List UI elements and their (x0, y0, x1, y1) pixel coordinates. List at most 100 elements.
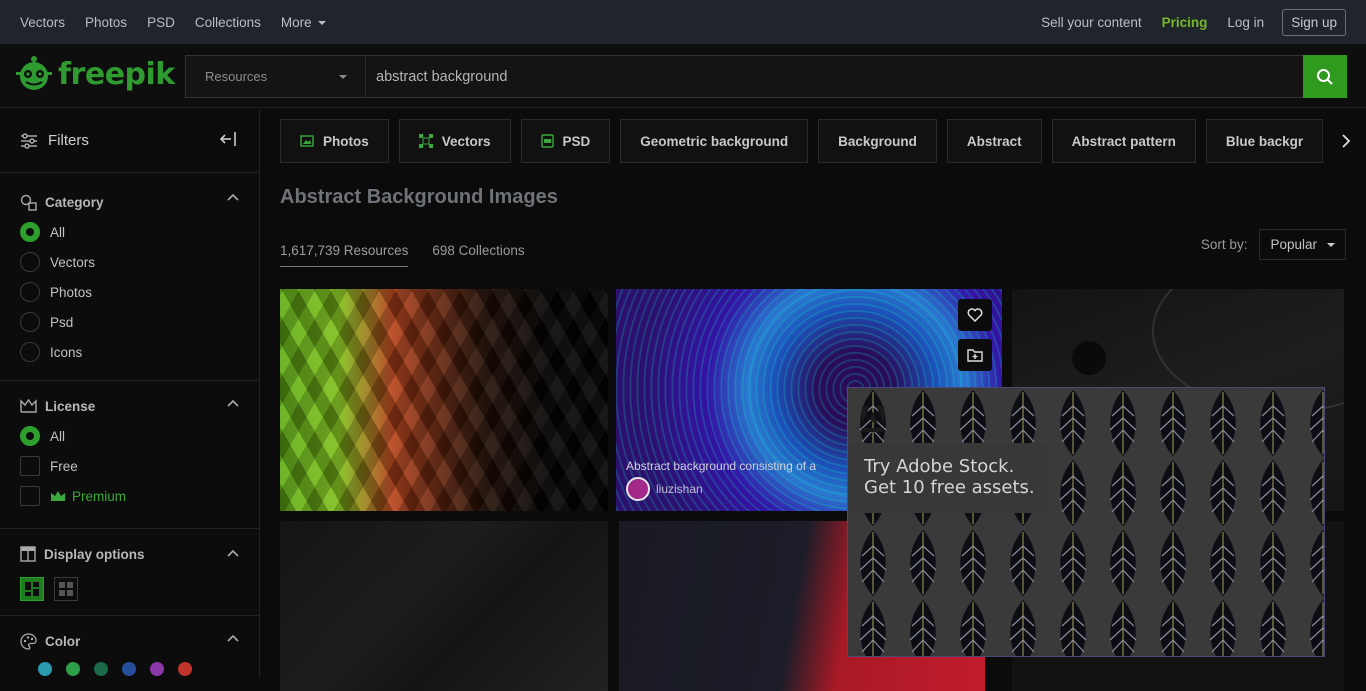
color-title: Color (45, 633, 81, 649)
chevron-right-icon (1342, 134, 1350, 148)
collapse-sidebar-icon[interactable] (219, 131, 237, 147)
radio[interactable] (20, 252, 40, 272)
radio[interactable] (20, 312, 40, 332)
radio-selected[interactable] (20, 426, 40, 446)
license-icon (20, 398, 37, 413)
tag-geometric-background[interactable]: Geometric background (620, 119, 809, 163)
leaf-pattern-illustration (848, 388, 1324, 656)
freepik-logo[interactable]: freepik (14, 54, 175, 94)
result-image-4[interactable] (280, 521, 608, 691)
color-swatch[interactable] (150, 662, 164, 676)
tag-abstract[interactable]: Abstract (946, 119, 1042, 163)
category-option-all[interactable]: All (20, 217, 259, 247)
license-option-free[interactable]: Free (20, 451, 259, 481)
category-option-photos[interactable]: Photos (20, 277, 259, 307)
category-option-psd[interactable]: Psd (20, 307, 259, 337)
chevron-up-icon[interactable] (227, 634, 239, 642)
license-title: License (45, 398, 96, 414)
display-icon (20, 546, 36, 562)
color-swatch[interactable] (66, 662, 80, 676)
tag-photos[interactable]: Photos (280, 119, 389, 163)
search-category-value: Resources (205, 69, 268, 84)
color-swatch[interactable] (38, 662, 52, 676)
chevron-up-icon[interactable] (227, 549, 239, 557)
tag-abstract-pattern[interactable]: Abstract pattern (1051, 119, 1196, 163)
crown-icon (51, 490, 65, 501)
filters-sidebar: Filters Category All Vectors Photos Psd … (0, 109, 260, 677)
pricing-link[interactable]: Pricing (1152, 15, 1218, 30)
category-header[interactable]: Category (20, 191, 259, 213)
search-category-select[interactable]: Resources (186, 56, 366, 97)
category-option-icons[interactable]: Icons (20, 337, 259, 367)
nav-psd[interactable]: PSD (137, 15, 185, 30)
like-button[interactable] (958, 299, 992, 331)
palette-icon (20, 632, 37, 650)
tag-background[interactable]: Background (818, 119, 937, 163)
option-label: Psd (50, 314, 74, 330)
tag-blue-background[interactable]: Blue backgr (1205, 119, 1324, 163)
sell-content-link[interactable]: Sell your content (1031, 15, 1152, 30)
tag-psd[interactable]: PSD (520, 119, 611, 163)
chevron-up-icon[interactable] (227, 193, 239, 201)
color-header[interactable]: Color (20, 630, 259, 652)
radio[interactable] (20, 282, 40, 302)
search-input[interactable]: abstract background (366, 56, 1303, 97)
result-image-1[interactable] (280, 289, 608, 511)
checkbox[interactable] (20, 486, 40, 506)
tab-resources[interactable]: 1,617,739 Resources (280, 243, 409, 267)
signup-button[interactable]: Sign up (1282, 8, 1346, 36)
license-header[interactable]: License (20, 395, 259, 417)
radio-selected[interactable] (20, 222, 40, 242)
color-swatch[interactable] (178, 662, 192, 676)
heart-icon (967, 308, 983, 322)
login-link[interactable]: Log in (1217, 15, 1274, 30)
color-swatch[interactable] (122, 662, 136, 676)
adobe-stock-ad[interactable]: Try Adobe Stock. Get 10 free assets. (847, 387, 1325, 657)
nav-collections[interactable]: Collections (185, 15, 271, 30)
author-name: liuzishan (656, 482, 703, 496)
logo-wordmark: freepik (58, 56, 175, 92)
search-header: freepik Resources abstract background (0, 44, 1366, 108)
folder-plus-icon (967, 349, 983, 362)
filters-title: Filters (48, 132, 89, 149)
sort-value: Popular (1270, 237, 1317, 252)
display-options-title: Display options (44, 546, 145, 562)
option-label: Premium (72, 488, 127, 504)
filters-header: Filters (0, 109, 259, 173)
tag-label: Abstract pattern (1071, 133, 1176, 149)
color-swatch[interactable] (94, 662, 108, 676)
radio[interactable] (20, 342, 40, 362)
license-option-premium[interactable]: Premium (20, 481, 259, 511)
license-option-all[interactable]: All (20, 421, 259, 451)
add-to-collection-button[interactable] (958, 339, 992, 371)
freepik-mascot-icon (16, 56, 52, 90)
display-options-header[interactable]: Display options (20, 543, 259, 565)
vector-icon (418, 134, 433, 148)
chevron-up-icon[interactable] (227, 399, 239, 407)
nav-photos[interactable]: Photos (75, 15, 137, 30)
category-option-vectors[interactable]: Vectors (20, 247, 259, 277)
checkbox[interactable] (20, 456, 40, 476)
sort-select[interactable]: Popular (1259, 229, 1346, 260)
square-layout-icon (59, 582, 73, 596)
image-author[interactable]: liuzishan (626, 477, 703, 501)
tag-label: Abstract (966, 133, 1022, 149)
results-tabs: 1,617,739 Resources 698 Collections (280, 243, 549, 267)
sort-label: Sort by: (1200, 237, 1248, 252)
layout-grid-button[interactable] (20, 577, 44, 601)
nav-vectors[interactable]: Vectors (10, 15, 75, 30)
layout-square-button[interactable] (54, 577, 78, 601)
tags-scroll-right[interactable] (1320, 119, 1350, 163)
option-label: All (50, 428, 66, 444)
ad-line-1: Try Adobe Stock. (864, 456, 1015, 477)
top-navigation-bar: Vectors Photos PSD Collections More Sell… (0, 0, 1366, 44)
nav-more[interactable]: More (271, 15, 336, 30)
tab-collections[interactable]: 698 Collections (432, 243, 524, 267)
color-section: Color (0, 616, 259, 688)
avatar (626, 477, 650, 501)
page-title: Abstract Background Images (280, 186, 558, 208)
chevron-down-icon (317, 20, 326, 25)
tag-vectors[interactable]: Vectors (398, 119, 511, 163)
image-caption: Abstract background consisting of a (626, 459, 817, 473)
search-button[interactable] (1303, 55, 1347, 98)
